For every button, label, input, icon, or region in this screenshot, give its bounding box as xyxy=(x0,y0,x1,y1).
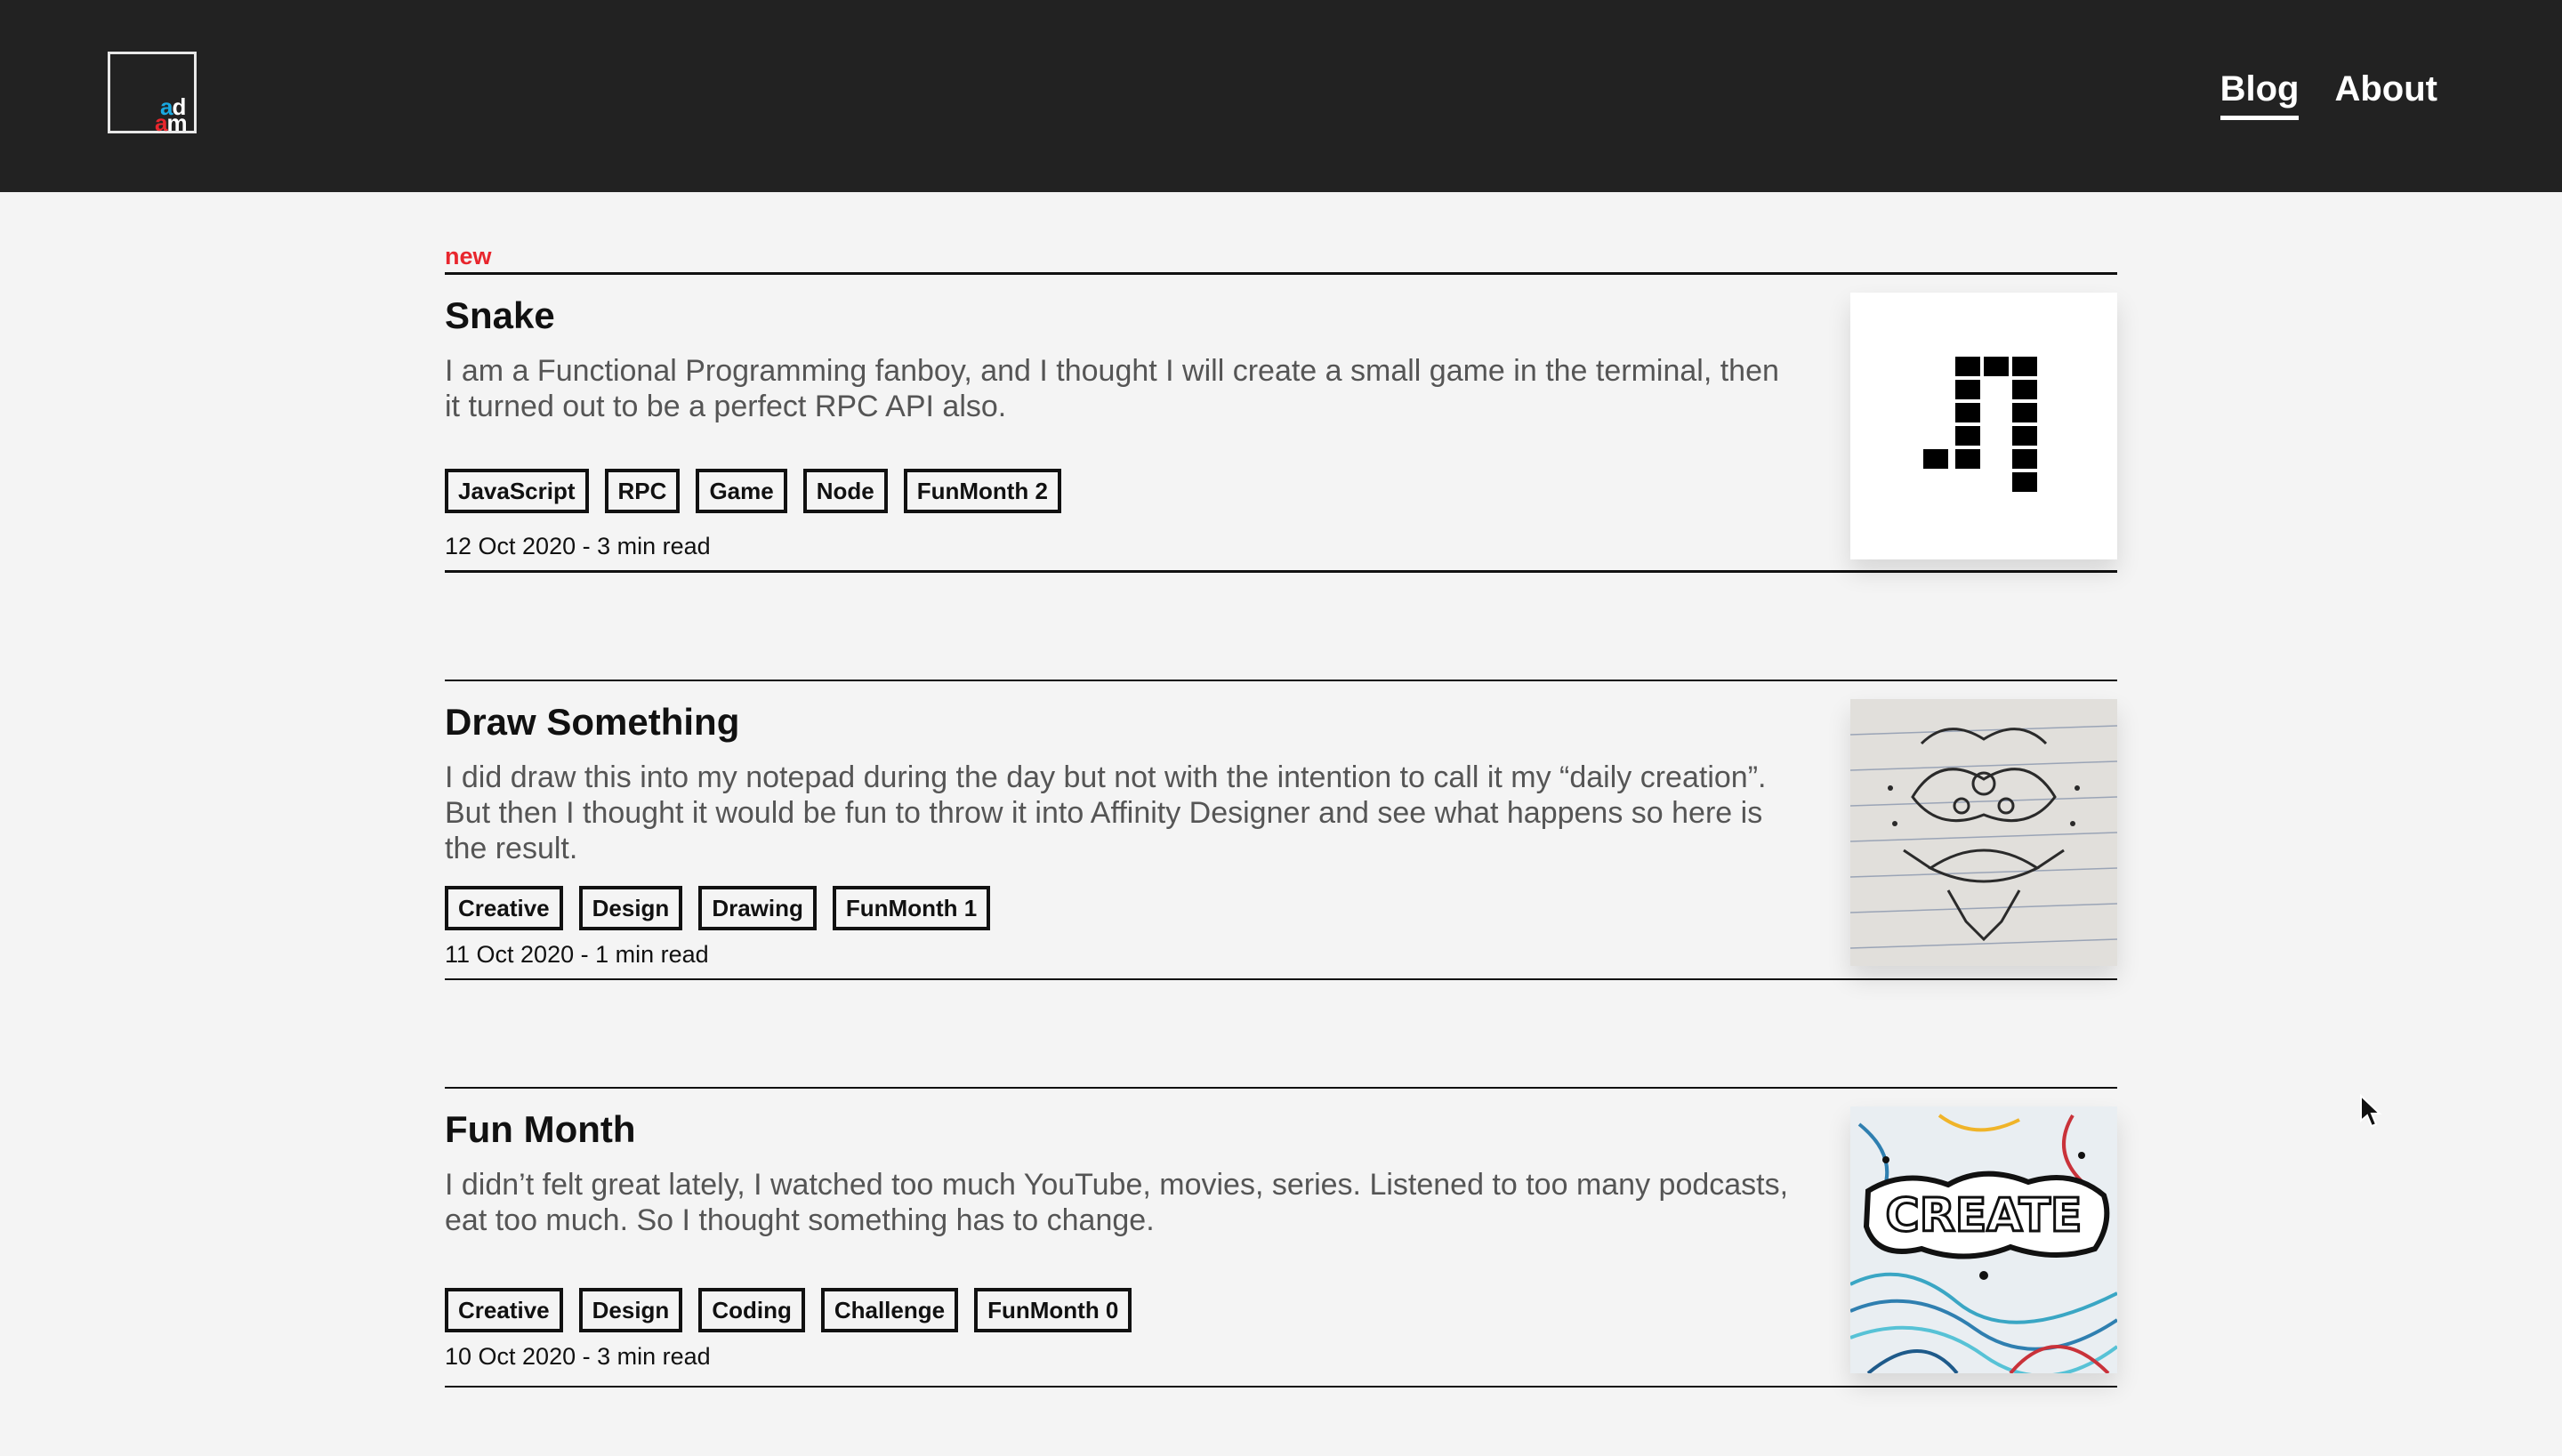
post-thumbnail[interactable] xyxy=(1850,293,2117,559)
post-thumbnail[interactable]: CREATE xyxy=(1850,1106,2117,1373)
post-meta: 12 Oct 2020 - 3 min read xyxy=(445,533,711,559)
tag[interactable]: Challenge xyxy=(820,1288,959,1332)
post-card-snake[interactable]: Snake I am a Functional Programming fanb… xyxy=(445,272,2117,573)
tag[interactable]: Design xyxy=(578,886,683,930)
post-card-draw-something[interactable]: Draw Something I did draw this into my n… xyxy=(445,680,2117,980)
logo-letter-a2: a xyxy=(155,109,168,136)
tag[interactable]: Node xyxy=(802,469,888,513)
post-title[interactable]: Snake xyxy=(445,294,555,337)
create-doodle-image: CREATE xyxy=(1850,1106,2117,1373)
create-doodle-text: CREATE xyxy=(1886,1189,2083,1243)
tag[interactable]: Creative xyxy=(445,886,563,930)
tag[interactable]: RPC xyxy=(604,469,681,513)
new-badge: new xyxy=(445,243,492,269)
post-excerpt: I am a Functional Programming fanboy, an… xyxy=(445,354,1779,423)
post-excerpt: I didn’t felt great lately, I watched to… xyxy=(445,1168,1789,1237)
tag[interactable]: Coding xyxy=(698,1288,805,1332)
post-card-fun-month[interactable]: Fun Month I didn’t felt great lately, I … xyxy=(445,1087,2117,1388)
tag[interactable]: FunMonth 0 xyxy=(974,1288,1132,1332)
tag[interactable]: Creative xyxy=(445,1288,563,1332)
tag-list: Creative Design Drawing FunMonth 1 xyxy=(445,886,991,930)
post-title[interactable]: Draw Something xyxy=(445,701,739,744)
tag[interactable]: FunMonth 2 xyxy=(903,469,1061,513)
nav-blog-link[interactable]: Blog xyxy=(2220,69,2300,120)
mouse-cursor-icon xyxy=(2360,1094,2382,1128)
snake-pixel-icon xyxy=(1923,357,2037,492)
notepad-sketch-image xyxy=(1850,699,2117,966)
post-list: new Snake I am a Functional Programming … xyxy=(445,240,2117,1388)
post-thumbnail[interactable] xyxy=(1850,699,2117,966)
post-title[interactable]: Fun Month xyxy=(445,1108,636,1151)
tag[interactable]: JavaScript xyxy=(445,469,589,513)
logo-letter-m: m xyxy=(166,109,187,136)
post-meta: 10 Oct 2020 - 3 min read xyxy=(445,1343,711,1370)
site-header: ad am Blog About xyxy=(0,0,2562,192)
tag[interactable]: FunMonth 1 xyxy=(832,886,991,930)
tag[interactable]: Game xyxy=(696,469,787,513)
site-logo[interactable]: ad am xyxy=(108,52,197,136)
post-meta: 11 Oct 2020 - 1 min read xyxy=(445,941,709,968)
tag[interactable]: Design xyxy=(578,1288,683,1332)
tag[interactable]: Drawing xyxy=(698,886,817,930)
tag-list: JavaScript RPC Game Node FunMonth 2 xyxy=(445,469,1061,513)
nav-about-link[interactable]: About xyxy=(2334,69,2437,120)
tag-list: Creative Design Coding Challenge FunMont… xyxy=(445,1288,1132,1332)
main-nav: Blog About xyxy=(2220,69,2437,120)
post-excerpt: I did draw this into my notepad during t… xyxy=(445,760,1767,865)
